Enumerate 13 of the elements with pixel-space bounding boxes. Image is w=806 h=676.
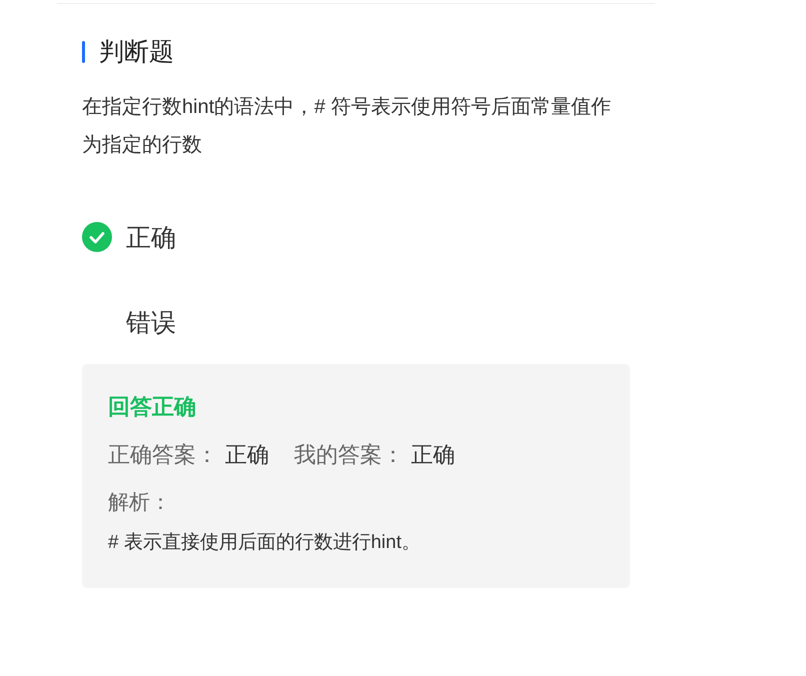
question-text: 在指定行数hint的语法中，# 符号表示使用符号后面常量值作为指定的行数 <box>82 95 612 158</box>
check-icon <box>82 222 112 252</box>
accent-bar <box>82 41 85 63</box>
explanation-label: 解析： <box>108 490 171 516</box>
result-status: 回答正确 <box>108 393 196 421</box>
answer-value: 正确 <box>411 441 455 469</box>
answer-label: 我的答案： <box>294 441 404 469</box>
section-title: 判断题 <box>99 37 174 68</box>
answer-option[interactable]: 正确 <box>82 217 176 257</box>
explanation-text: # 表示直接使用后面的行数进行hint。 <box>108 531 420 555</box>
answer-label: 正确答案： <box>108 441 218 469</box>
answer-value: 正确 <box>225 441 269 469</box>
answer-option[interactable]: 错误 <box>82 302 176 342</box>
